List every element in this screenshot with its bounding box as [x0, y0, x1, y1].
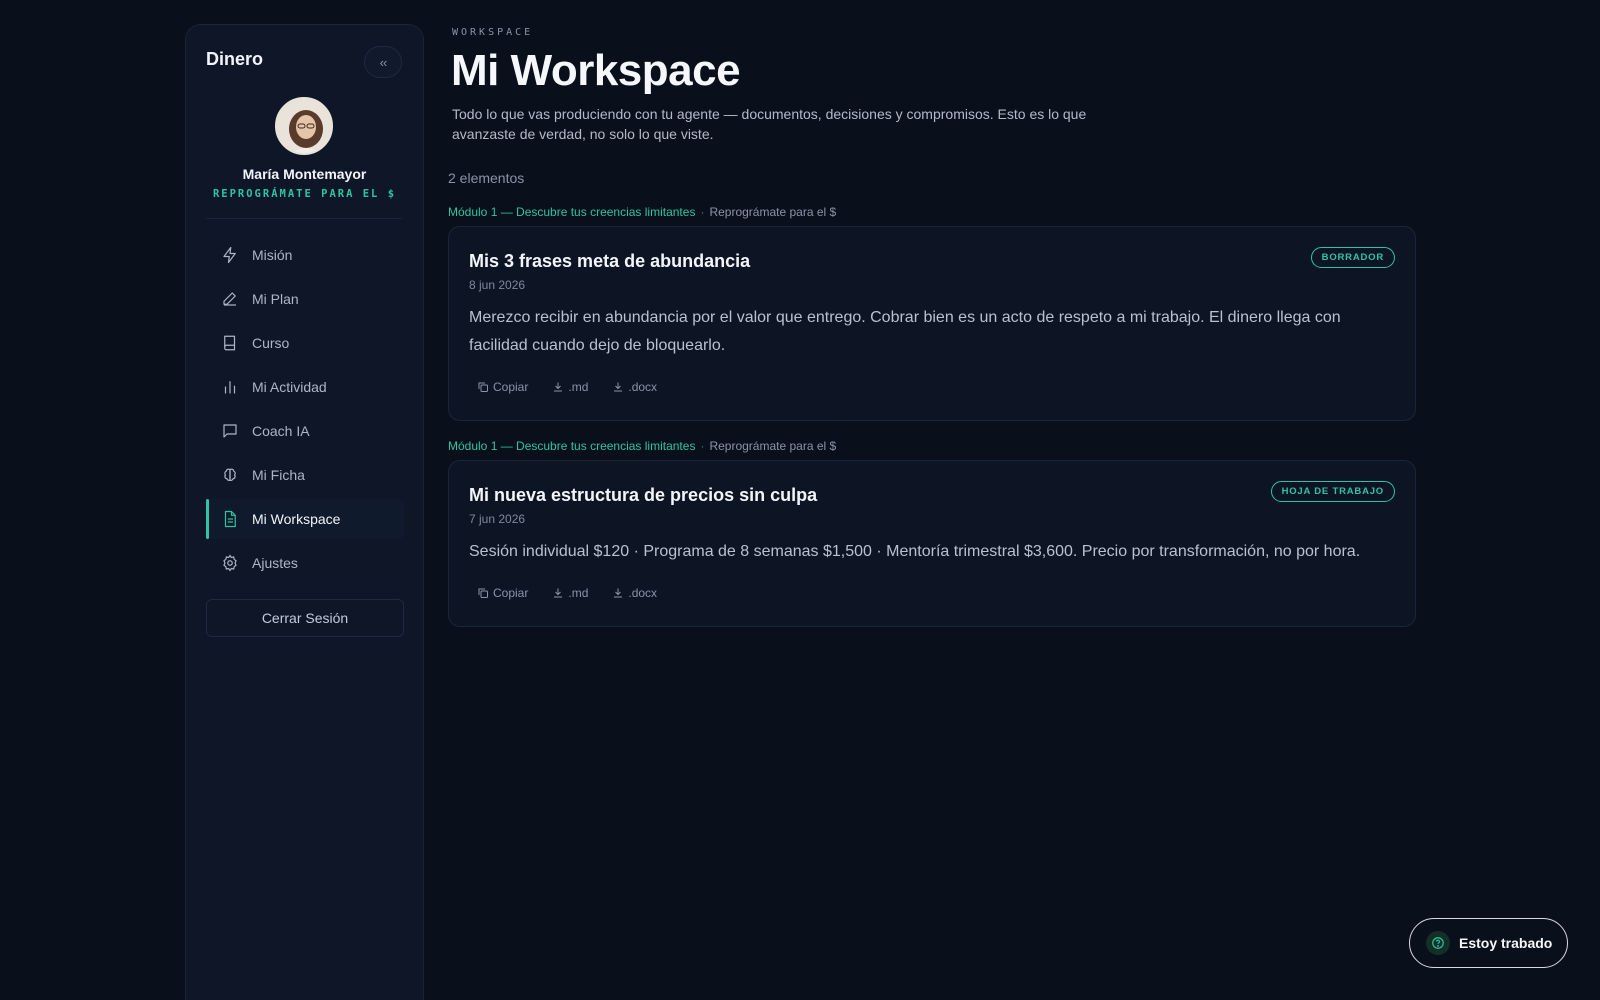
- download-icon: [612, 381, 624, 393]
- download-docx-label: .docx: [628, 586, 658, 600]
- copy-label: Copiar: [493, 586, 529, 600]
- sidebar-item-label: Mi Workspace: [252, 511, 341, 527]
- item-context: Módulo 1 — Descubre tus creencias limita…: [448, 439, 836, 453]
- sidebar: Dinero ‹‹ María Montemayor REPROGRÁMATE …: [185, 24, 424, 1000]
- download-icon: [552, 587, 564, 599]
- app-root: Dinero ‹‹ María Montemayor REPROGRÁMATE …: [0, 0, 1600, 1000]
- copy-icon: [477, 381, 489, 393]
- workspace-card: Mis 3 frases meta de abundancia 8 jun 20…: [448, 226, 1416, 421]
- sidebar-item-label: Ajustes: [252, 555, 298, 571]
- section-eyebrow: WORKSPACE: [452, 27, 534, 38]
- card-actions: Copiar .md .docx: [469, 375, 665, 399]
- stuck-help-button[interactable]: Estoy trabado: [1409, 918, 1568, 968]
- sidebar-nav: Misión Mi Plan Curso Mi Actividad Coach …: [206, 235, 404, 587]
- module-link[interactable]: Módulo 1 — Descubre tus creencias limita…: [448, 205, 695, 219]
- program-name: Reprográmate para el $: [709, 205, 837, 219]
- sidebar-item-coach-ia[interactable]: Coach IA: [206, 411, 404, 451]
- program-name: Reprográmate para el $: [709, 439, 837, 453]
- download-docx-button[interactable]: .docx: [604, 581, 665, 605]
- download-md-button[interactable]: .md: [544, 581, 596, 605]
- status-badge: BORRADOR: [1310, 247, 1395, 268]
- profile-name: María Montemayor: [242, 166, 367, 182]
- download-md-button[interactable]: .md: [544, 375, 596, 399]
- brain-icon: [220, 465, 240, 485]
- bolt-icon: [220, 245, 240, 265]
- download-docx-label: .docx: [628, 380, 658, 394]
- sidebar-item-label: Mi Plan: [252, 291, 299, 307]
- sidebar-item-mi-ficha[interactable]: Mi Ficha: [206, 455, 404, 495]
- separator: ·: [700, 205, 705, 219]
- sidebar-item-ajustes[interactable]: Ajustes: [206, 543, 404, 583]
- bar-chart-icon: [220, 377, 240, 397]
- card-body: Merezco recibir en abundancia por el val…: [469, 309, 1341, 354]
- divider: [206, 218, 402, 219]
- sidebar-item-mision[interactable]: Misión: [206, 235, 404, 275]
- workspace-card: Mi nueva estructura de precios sin culpa…: [448, 460, 1416, 627]
- sidebar-item-label: Misión: [252, 247, 293, 263]
- avatar: [275, 97, 333, 155]
- sidebar-item-mi-plan[interactable]: Mi Plan: [206, 279, 404, 319]
- chat-icon: [220, 421, 240, 441]
- copy-button[interactable]: Copiar: [469, 581, 536, 605]
- module-link[interactable]: Módulo 1 — Descubre tus creencias limita…: [448, 439, 695, 453]
- sidebar-item-mi-workspace[interactable]: Mi Workspace: [206, 499, 404, 539]
- sidebar-item-label: Coach IA: [252, 423, 310, 439]
- download-md-label: .md: [568, 380, 589, 394]
- sidebar-item-curso[interactable]: Curso: [206, 323, 404, 363]
- status-badge: HOJA DE TRABAJO: [1270, 481, 1395, 502]
- sidebar-item-label: Mi Actividad: [252, 379, 327, 395]
- help-circle-icon: [1426, 931, 1450, 955]
- download-icon: [612, 587, 624, 599]
- copy-label: Copiar: [493, 380, 529, 394]
- sidebar-item-label: Curso: [252, 335, 290, 351]
- page-description: Todo lo que vas produciendo con tu agent…: [452, 106, 1087, 142]
- document-icon: [220, 509, 240, 529]
- brand-title: Dinero: [206, 49, 264, 69]
- download-docx-button[interactable]: .docx: [604, 375, 665, 399]
- card-title: Mi nueva estructura de precios sin culpa: [469, 485, 818, 505]
- card-title: Mis 3 frases meta de abundancia: [469, 251, 751, 271]
- download-icon: [552, 381, 564, 393]
- item-context: Módulo 1 — Descubre tus creencias limita…: [448, 205, 836, 219]
- help-button-label: Estoy trabado: [1459, 935, 1553, 951]
- gear-icon: [220, 553, 240, 573]
- collapse-sidebar-button[interactable]: ‹‹: [364, 46, 402, 78]
- page-title: Mi Workspace: [451, 46, 741, 95]
- double-chevron-left-icon: ‹‹: [379, 54, 388, 70]
- download-md-label: .md: [568, 586, 589, 600]
- separator: ·: [700, 439, 705, 453]
- card-actions: Copiar .md .docx: [469, 581, 665, 605]
- card-body: Sesión individual $120 · Programa de 8 s…: [469, 543, 1361, 560]
- card-date: 7 jun 2026: [469, 512, 526, 526]
- program-label: REPROGRÁMATE PARA EL $: [212, 188, 397, 200]
- copy-icon: [477, 587, 489, 599]
- sidebar-item-label: Mi Ficha: [252, 467, 305, 483]
- pencil-icon: [220, 289, 240, 309]
- card-date: 8 jun 2026: [469, 278, 526, 292]
- sidebar-item-mi-actividad[interactable]: Mi Actividad: [206, 367, 404, 407]
- copy-button[interactable]: Copiar: [469, 375, 536, 399]
- book-icon: [220, 333, 240, 353]
- logout-button[interactable]: Cerrar Sesión: [206, 599, 404, 637]
- item-count: 2 elementos: [448, 170, 525, 186]
